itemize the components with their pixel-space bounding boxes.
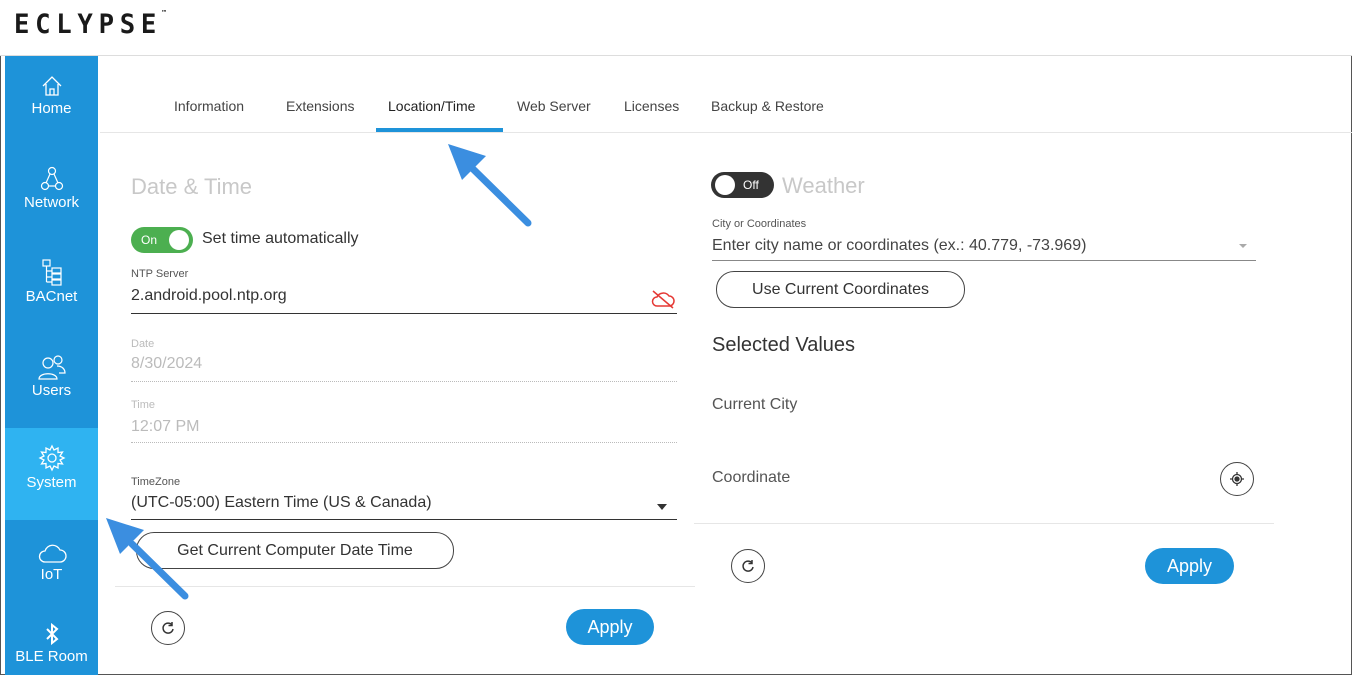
selected-values-heading: Selected Values [712,334,856,356]
sidebar-item-network[interactable]: Network [5,166,98,226]
weather-apply-button[interactable]: Apply [1145,548,1234,584]
current-city-label: Current City [712,396,798,413]
sidebar: Home Network BACnet Users System IoT BLE… [5,56,98,675]
datetime-divider [115,586,695,587]
tab-bar: Information Extensions Location/Time Web… [100,56,1352,133]
sidebar-item-label: BACnet [25,288,78,305]
home-icon [42,76,61,96]
datetime-apply-button[interactable]: Apply [566,609,654,645]
date-underline [131,381,677,382]
ntp-server-input[interactable]: 2.android.pool.ntp.org [131,287,287,305]
refresh-icon [742,560,754,572]
app-logo: ECLYPSE™ [14,9,167,40]
auto-time-label: Set time automatically [202,230,359,247]
auto-time-toggle[interactable]: On [131,227,193,253]
annotation-arrow-tab [448,144,532,227]
ntp-server-label: NTP Server [131,268,189,280]
users-icon [37,355,66,380]
sidebar-item-label: Network [23,194,79,211]
tab-licenses[interactable]: Licenses [624,98,679,114]
sidebar-item-bacnet[interactable]: BACnet [5,258,98,318]
chevron-down-icon[interactable] [656,503,668,511]
logo-bar: ECLYPSE™ [0,0,1352,56]
tab-extensions[interactable]: Extensions [286,98,354,114]
city-label: City or Coordinates [712,218,807,230]
sidebar-item-label: BLE Room [15,648,88,665]
bacnet-tree-icon [41,259,62,286]
tab-web-server[interactable]: Web Server [517,98,591,114]
cloud-icon [38,544,67,563]
ntp-underline [131,313,677,314]
weather-divider [694,523,1274,524]
tab-backup-restore[interactable]: Backup & Restore [711,98,824,114]
sidebar-item-label: IoT [40,566,63,583]
time-underline [131,442,677,443]
city-input[interactable]: Enter city name or coordinates (ex.: 40.… [712,237,1086,255]
city-underline [712,260,1256,261]
weather-refresh-button[interactable] [731,549,765,583]
gear-icon [38,444,65,472]
date-value: 8/30/2024 [131,355,203,372]
coordinate-label: Coordinate [712,469,791,486]
sidebar-item-iot[interactable]: IoT [5,542,98,598]
annotation-arrow-system [106,518,189,600]
locate-button[interactable] [1220,462,1254,496]
bluetooth-icon [45,622,58,646]
use-current-coordinates-button[interactable]: Use Current Coordinates [716,271,965,308]
datetime-refresh-button[interactable] [151,611,185,645]
weather-toggle[interactable]: Off [711,172,774,198]
date-label: Date [131,338,155,350]
refresh-icon [162,622,174,634]
datetime-title: Date & Time [131,174,253,199]
weather-title: Weather [782,173,865,198]
sidebar-item-users[interactable]: Users [5,354,98,414]
timezone-underline [131,519,677,520]
tab-location-time[interactable]: Location/Time [388,98,475,114]
network-icon [40,166,63,191]
sidebar-item-label: Home [31,100,72,117]
chevron-down-icon[interactable] [1238,243,1248,249]
sidebar-item-label: System [26,474,77,491]
active-tab-indicator [376,128,503,132]
sidebar-item-system[interactable]: System [5,428,98,520]
sidebar-item-ble-room[interactable]: BLE Room [5,622,98,675]
time-value: 12:07 PM [131,418,200,435]
time-label: Time [131,399,156,411]
sidebar-item-label: Users [31,382,72,399]
tab-information[interactable]: Information [174,98,244,114]
locate-icon [1230,472,1244,486]
sidebar-item-home[interactable]: Home [5,74,98,134]
timezone-label: TimeZone [131,476,181,488]
cloud-off-icon [651,290,675,309]
